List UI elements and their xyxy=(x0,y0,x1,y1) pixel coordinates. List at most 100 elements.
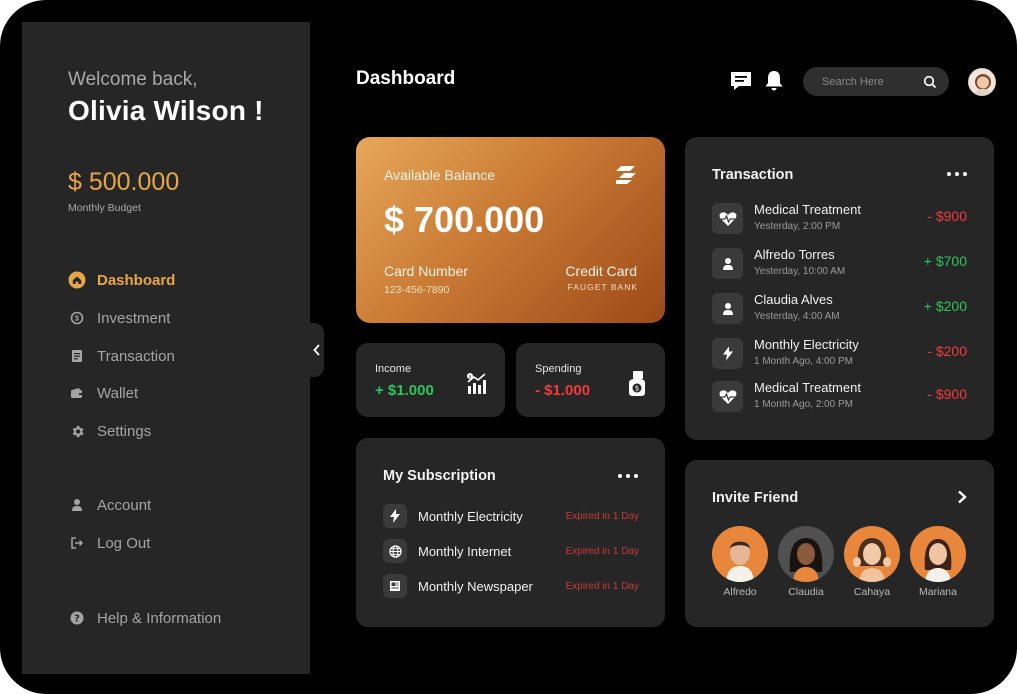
balance-label: Available Balance xyxy=(384,167,496,183)
nav-wallet[interactable]: Wallet xyxy=(68,382,138,404)
bank-name: FAUGET BANK xyxy=(567,282,638,292)
newspaper-icon xyxy=(383,574,407,598)
balance-value: $ 700.000 xyxy=(384,199,545,240)
nav-transaction[interactable]: Transaction xyxy=(68,345,175,367)
subscription-card: My Subscription Monthly Electricity Expi… xyxy=(356,438,665,627)
app-frame: Welcome back, Olivia Wilson ! $ 500.000 … xyxy=(0,0,1017,694)
investment-icon xyxy=(68,309,86,327)
friend-name: Claudia xyxy=(788,586,824,598)
chevron-right-icon[interactable] xyxy=(956,490,968,504)
gear-icon xyxy=(68,422,86,440)
nav-label: Help & Information xyxy=(97,609,222,627)
wallet-icon xyxy=(68,384,86,402)
table-row[interactable]: Medical Treatment Yesterday, 2:00 PM - $… xyxy=(712,202,967,236)
lightning-icon xyxy=(712,338,743,369)
invite-friend-card: Invite Friend Alfredo Claudia Cahaya Mar… xyxy=(685,460,994,627)
transaction-amount: - $900 xyxy=(927,386,967,402)
growth-chart-icon: $ xyxy=(465,372,489,398)
chat-icon[interactable] xyxy=(729,69,753,93)
search-icon[interactable] xyxy=(923,75,937,89)
nav-label: Log Out xyxy=(97,534,151,552)
transaction-name: Claudia Alves xyxy=(754,292,833,307)
svg-text:$: $ xyxy=(469,374,472,380)
transaction-name: Medical Treatment xyxy=(754,202,861,217)
transaction-amount: - $900 xyxy=(927,208,967,224)
nav-label: Investment xyxy=(97,309,171,327)
search-input[interactable] xyxy=(822,75,912,88)
income-card[interactable]: Income + $1.000 $ xyxy=(356,343,505,417)
sidebar: Welcome back, Olivia Wilson ! $ 500.000 … xyxy=(22,22,324,674)
transaction-more-button[interactable] xyxy=(947,170,967,178)
bell-icon[interactable] xyxy=(762,69,786,93)
nav-label: Wallet xyxy=(97,384,139,402)
nav-settings[interactable]: Settings xyxy=(68,420,151,442)
user-icon xyxy=(68,496,86,514)
transaction-time: Yesterday, 4:00 AM xyxy=(754,311,840,322)
card-number: 123-456-7890 xyxy=(384,284,450,296)
heart-pulse-icon xyxy=(712,203,743,234)
table-row[interactable]: Monthly Electricity 1 Month Ago, 4:00 PM… xyxy=(712,337,967,371)
chevron-left-icon xyxy=(313,344,320,356)
income-label: Income xyxy=(375,363,412,375)
nav-help[interactable]: ? Help & Information xyxy=(68,607,221,629)
avatar xyxy=(910,526,966,582)
subscription-more-button[interactable] xyxy=(618,472,638,480)
home-icon xyxy=(68,271,86,289)
friend-name: Mariana xyxy=(919,586,957,598)
table-row[interactable]: Alfredo Torres Yesterday, 10:00 AM + $70… xyxy=(712,247,967,281)
user-icon xyxy=(712,293,743,324)
nav-label: Account xyxy=(97,496,152,514)
transaction-amount: + $700 xyxy=(923,253,967,269)
search-bar[interactable] xyxy=(803,67,949,96)
user-icon xyxy=(712,248,743,279)
subscription-name: Monthly Newspaper xyxy=(418,578,533,594)
income-value: + $1.000 xyxy=(375,382,434,399)
sidebar-collapse-button[interactable] xyxy=(310,323,324,377)
table-row[interactable]: Claudia Alves Yesterday, 4:00 AM + $200 xyxy=(712,292,967,326)
transaction-title: Transaction xyxy=(712,167,794,183)
subscription-name: Monthly Electricity xyxy=(418,508,523,524)
page-title: Dashboard xyxy=(356,68,456,89)
bank-logo-icon xyxy=(614,164,638,186)
nav-account[interactable]: Account xyxy=(68,494,151,516)
transaction-amount: - $200 xyxy=(927,343,967,359)
transaction-time: 1 Month Ago, 2:00 PM xyxy=(754,399,853,410)
transaction-time: Yesterday, 10:00 AM xyxy=(754,266,846,277)
spending-value: - $1.000 xyxy=(535,382,591,399)
list-item[interactable]: Monthly Newspaper Expired in 1 Day xyxy=(383,574,639,598)
friend-mariana[interactable]: Mariana xyxy=(909,526,967,598)
transaction-time: 1 Month Ago, 4:00 PM xyxy=(754,356,853,367)
nav-label: Settings xyxy=(97,422,152,440)
subscription-title: My Subscription xyxy=(383,468,496,484)
nav-label: Transaction xyxy=(97,347,175,365)
list-item[interactable]: Monthly Internet Expired in 1 Day xyxy=(383,539,639,563)
monthly-budget-label: Monthly Budget xyxy=(68,202,141,214)
nav-investment[interactable]: Investment xyxy=(68,307,170,329)
table-row[interactable]: Medical Treatment 1 Month Ago, 2:00 PM -… xyxy=(712,380,967,414)
transaction-amount: + $200 xyxy=(923,298,967,314)
logout-icon xyxy=(68,534,86,552)
nav-label: Dashboard xyxy=(97,271,176,289)
friend-cahaya[interactable]: Cahaya xyxy=(843,526,901,598)
subscription-status: Expired in 1 Day xyxy=(565,580,639,592)
heart-pulse-icon xyxy=(712,381,743,412)
invite-title: Invite Friend xyxy=(712,490,799,506)
transaction-name: Monthly Electricity xyxy=(754,337,859,352)
transaction-time: Yesterday, 2:00 PM xyxy=(754,221,841,232)
subscription-name: Monthly Internet xyxy=(418,543,512,559)
spending-card[interactable]: Spending - $1.000 $ xyxy=(516,343,665,417)
help-icon: ? xyxy=(68,609,86,627)
svg-text:?: ? xyxy=(74,614,80,625)
friend-alfredo[interactable]: Alfredo xyxy=(711,526,769,598)
subscription-status: Expired in 1 Day xyxy=(565,510,639,522)
avatar[interactable] xyxy=(968,68,996,96)
balance-card[interactable]: Available Balance $ 700.000 Card Number … xyxy=(356,137,665,323)
subscription-status: Expired in 1 Day xyxy=(565,545,639,557)
friend-claudia[interactable]: Claudia xyxy=(777,526,835,598)
nav-dashboard[interactable]: Dashboard xyxy=(68,269,175,291)
nav-logout[interactable]: Log Out xyxy=(68,532,150,554)
list-item[interactable]: Monthly Electricity Expired in 1 Day xyxy=(383,504,639,528)
spending-label: Spending xyxy=(535,363,582,375)
transaction-name: Medical Treatment xyxy=(754,380,861,395)
transaction-name: Alfredo Torres xyxy=(754,247,835,262)
